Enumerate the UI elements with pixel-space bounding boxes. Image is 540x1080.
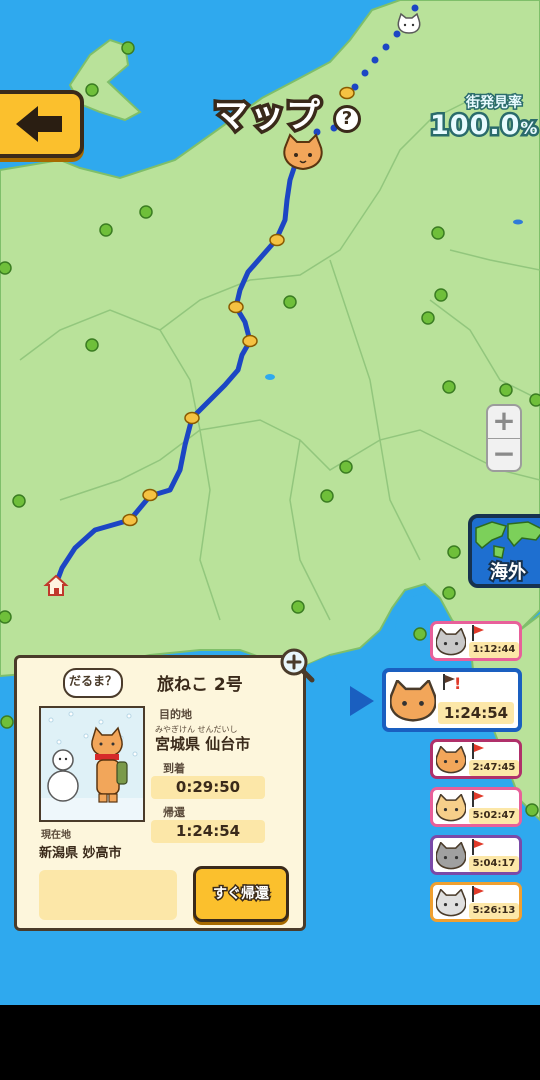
- travel-photo: [39, 706, 145, 822]
- alert-icon: !: [454, 674, 462, 693]
- flag-icon: [472, 839, 484, 855]
- flag-icon: [472, 625, 484, 641]
- zoom-control: + −: [486, 404, 522, 472]
- cat-card-2[interactable]: ! 1:24:54: [382, 668, 522, 732]
- cat-face-icon: [390, 680, 436, 722]
- item-slot: [39, 870, 177, 920]
- cat-card-3[interactable]: 2:47:45: [430, 739, 522, 779]
- flag-icon: [472, 743, 484, 759]
- return-label: 帰還: [163, 806, 185, 819]
- cat-card-4[interactable]: 5:02:47: [430, 787, 522, 827]
- cat-return-time: 5:04:17: [469, 856, 519, 872]
- overseas-button[interactable]: 海外: [468, 514, 540, 588]
- cat-return-time: 5:02:47: [469, 808, 519, 824]
- cat-return-time: 1:24:54: [438, 702, 514, 724]
- snowman-cat-photo: [41, 708, 143, 820]
- cat-card-1[interactable]: 1:12:44: [430, 621, 522, 661]
- cat-return-time: 5:26:13: [469, 903, 519, 919]
- page-title: マップ: [211, 93, 324, 140]
- arrival-label: 到着: [163, 762, 185, 775]
- current-location-value: 新潟県 妙高市: [39, 846, 122, 861]
- cat-card-5[interactable]: 5:04:17: [430, 835, 522, 875]
- cat-card-6[interactable]: 5:26:13: [430, 882, 522, 922]
- instant-return-button[interactable]: すぐ帰還: [193, 866, 289, 922]
- selected-arrow-icon: [350, 686, 374, 716]
- cat-face-icon: [436, 889, 466, 917]
- cat-face-icon: [436, 794, 466, 822]
- traveler-info-panel: だるま？ 旅ねこ 2号 目的地 みやぎけん せんだいし 宮城県 仙台市 到着 0…: [14, 655, 306, 931]
- zoom-in-button[interactable]: +: [488, 406, 520, 438]
- zoom-out-button[interactable]: −: [488, 439, 520, 471]
- arrow-left-icon: [16, 106, 62, 142]
- current-location-label: 現在地: [41, 830, 71, 841]
- cat-face-icon: [436, 628, 466, 656]
- help-button[interactable]: ?: [333, 105, 361, 133]
- game-screen: マップ ? 街発見率 100.0% + − 海外 だるま？ 旅ねこ 2号 目的地…: [0, 0, 540, 1005]
- back-button[interactable]: [0, 90, 84, 158]
- destination-value: 宮城県 仙台市: [155, 735, 251, 753]
- magnifier-plus-icon[interactable]: [278, 646, 316, 684]
- flag-icon: [472, 791, 484, 807]
- return-time: 1:24:54: [151, 820, 265, 843]
- discovery-rate-number: 100.0: [427, 108, 521, 144]
- cat-name: 旅ねこ 2号: [157, 675, 243, 695]
- cat-return-time: 2:47:45: [469, 760, 519, 776]
- cat-return-time: 1:12:44: [469, 642, 519, 658]
- discovery-rate-unit: %: [518, 117, 540, 142]
- cat-face-icon: [436, 746, 466, 774]
- flag-icon: [472, 886, 484, 902]
- overseas-label: 海外: [488, 560, 528, 584]
- speech-bubble: だるま？: [63, 668, 123, 698]
- cat-face-icon: [436, 842, 466, 870]
- discovery-rate-value: 100.0%: [427, 108, 540, 144]
- discovery-rate-label: 街発見率: [465, 94, 524, 113]
- destination-label: 目的地: [159, 708, 192, 721]
- arrival-time: 0:29:50: [151, 776, 265, 799]
